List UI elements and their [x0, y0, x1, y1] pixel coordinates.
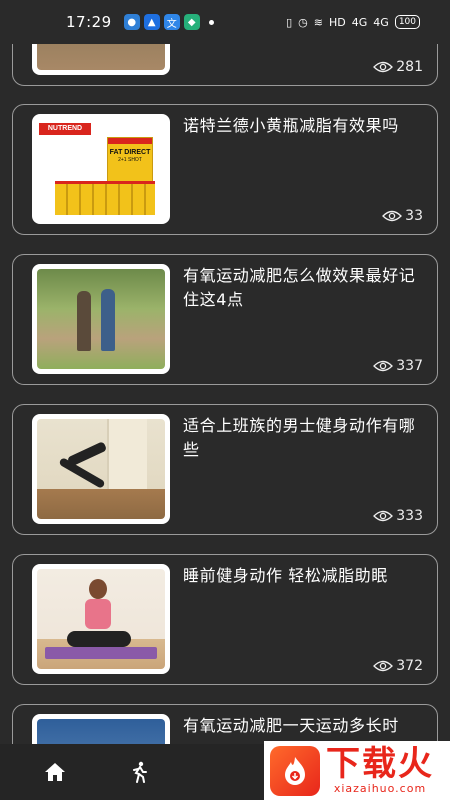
alarm-icon: ◷ — [298, 15, 308, 29]
nav-home[interactable] — [28, 762, 82, 782]
article-thumbnail — [32, 714, 170, 744]
article-thumbnail — [32, 264, 170, 374]
app-notification-icon: ▲ — [143, 14, 160, 30]
article-thumbnail: NUTREND FAT DIRECT 2+1 SHOT — [32, 114, 170, 224]
eye-icon — [382, 210, 403, 222]
article-thumbnail — [32, 414, 170, 524]
status-time: 17:29 — [66, 13, 112, 31]
eye-icon — [373, 61, 394, 73]
article-card[interactable]: 睡前健身动作 轻松减脂助眠 372 — [12, 554, 438, 685]
app-notification-icon: ◆ — [183, 14, 200, 30]
article-card[interactable]: 有氧运动减肥怎么做效果最好记住这4点 337 — [12, 254, 438, 385]
article-title: 睡前健身动作 轻松减脂助眠 — [183, 566, 388, 585]
view-count-value: 337 — [396, 358, 423, 374]
view-count: 337 — [373, 358, 423, 374]
eye-icon — [373, 660, 394, 672]
article-title: 有氧运动减肥怎么做效果最好记住这4点 — [183, 266, 416, 309]
yoga-figure-legs — [67, 631, 131, 647]
eye-icon — [373, 510, 394, 522]
yoga-figure-head — [89, 579, 107, 599]
watermark-sub: xiazaihuo.com — [333, 782, 427, 795]
notification-icons: ● ▲ 文 ◆ — [123, 14, 214, 30]
view-count-value: 333 — [396, 508, 423, 524]
eye-icon — [373, 360, 394, 372]
yoga-figure-body — [85, 599, 111, 629]
product-sub: 2+1 SHOT — [118, 157, 142, 163]
article-thumbnail — [32, 564, 170, 674]
running-icon — [133, 761, 147, 783]
nutrend-logo: NUTREND — [39, 123, 91, 135]
article-card[interactable]: 有氧运动减肥一天运动多长时 — [12, 704, 438, 744]
status-bar: 17:29 ● ▲ 文 ◆ ▯ ◷ ≋ HD 4G 4G 100 — [0, 0, 450, 44]
walker-figure — [77, 291, 91, 351]
view-count-value: 281 — [396, 59, 423, 75]
wall-panel — [107, 419, 147, 489]
battery-icon: 100 — [394, 15, 420, 29]
view-count: 33 — [382, 208, 423, 224]
article-title: 适合上班族的男士健身动作有哪些 — [183, 416, 416, 459]
product-box: FAT DIRECT 2+1 SHOT — [107, 137, 153, 185]
app-notification-icon: 文 — [163, 14, 180, 30]
vibrate-icon: ▯ — [286, 15, 293, 29]
article-feed: 281 NUTREND FAT DIRECT 2+1 SHOT 诺特兰德小黄瓶减… — [0, 0, 450, 744]
view-count: 333 — [373, 508, 423, 524]
signal-icon: 4G — [351, 15, 368, 29]
article-card[interactable]: 适合上班族的男士健身动作有哪些 333 — [12, 404, 438, 535]
article-title: 有氧运动减肥一天运动多长时 — [183, 716, 399, 735]
watermark: 下载火 xiazaihuo.com — [264, 741, 450, 800]
view-count-value: 372 — [396, 658, 423, 674]
watermark-text: 下载火 xiazaihuo.com — [326, 746, 434, 795]
view-count: 281 — [373, 59, 423, 75]
product-name: FAT DIRECT — [109, 149, 151, 156]
home-icon — [45, 763, 65, 781]
nav-exercise[interactable] — [112, 761, 166, 783]
view-count: 372 — [373, 658, 423, 674]
wifi-icon: ≋ — [313, 15, 323, 29]
status-indicators: ▯ ◷ ≋ HD 4G 4G 100 — [286, 15, 420, 29]
watermark-main: 下载火 — [326, 744, 434, 784]
flame-logo-icon — [270, 745, 320, 796]
view-count-value: 33 — [405, 208, 423, 224]
yoga-mat — [45, 647, 157, 659]
signal-icon: 4G — [373, 15, 389, 29]
article-card[interactable]: NUTREND FAT DIRECT 2+1 SHOT 诺特兰德小黄瓶减脂有效果… — [12, 104, 438, 235]
hd-label: HD — [329, 15, 346, 29]
product-bottles — [55, 181, 155, 215]
app-notification-icon: ● — [123, 14, 140, 30]
walker-figure — [101, 289, 115, 351]
more-notifications-dot — [208, 19, 214, 25]
article-title: 诺特兰德小黄瓶减脂有效果吗 — [183, 116, 399, 135]
